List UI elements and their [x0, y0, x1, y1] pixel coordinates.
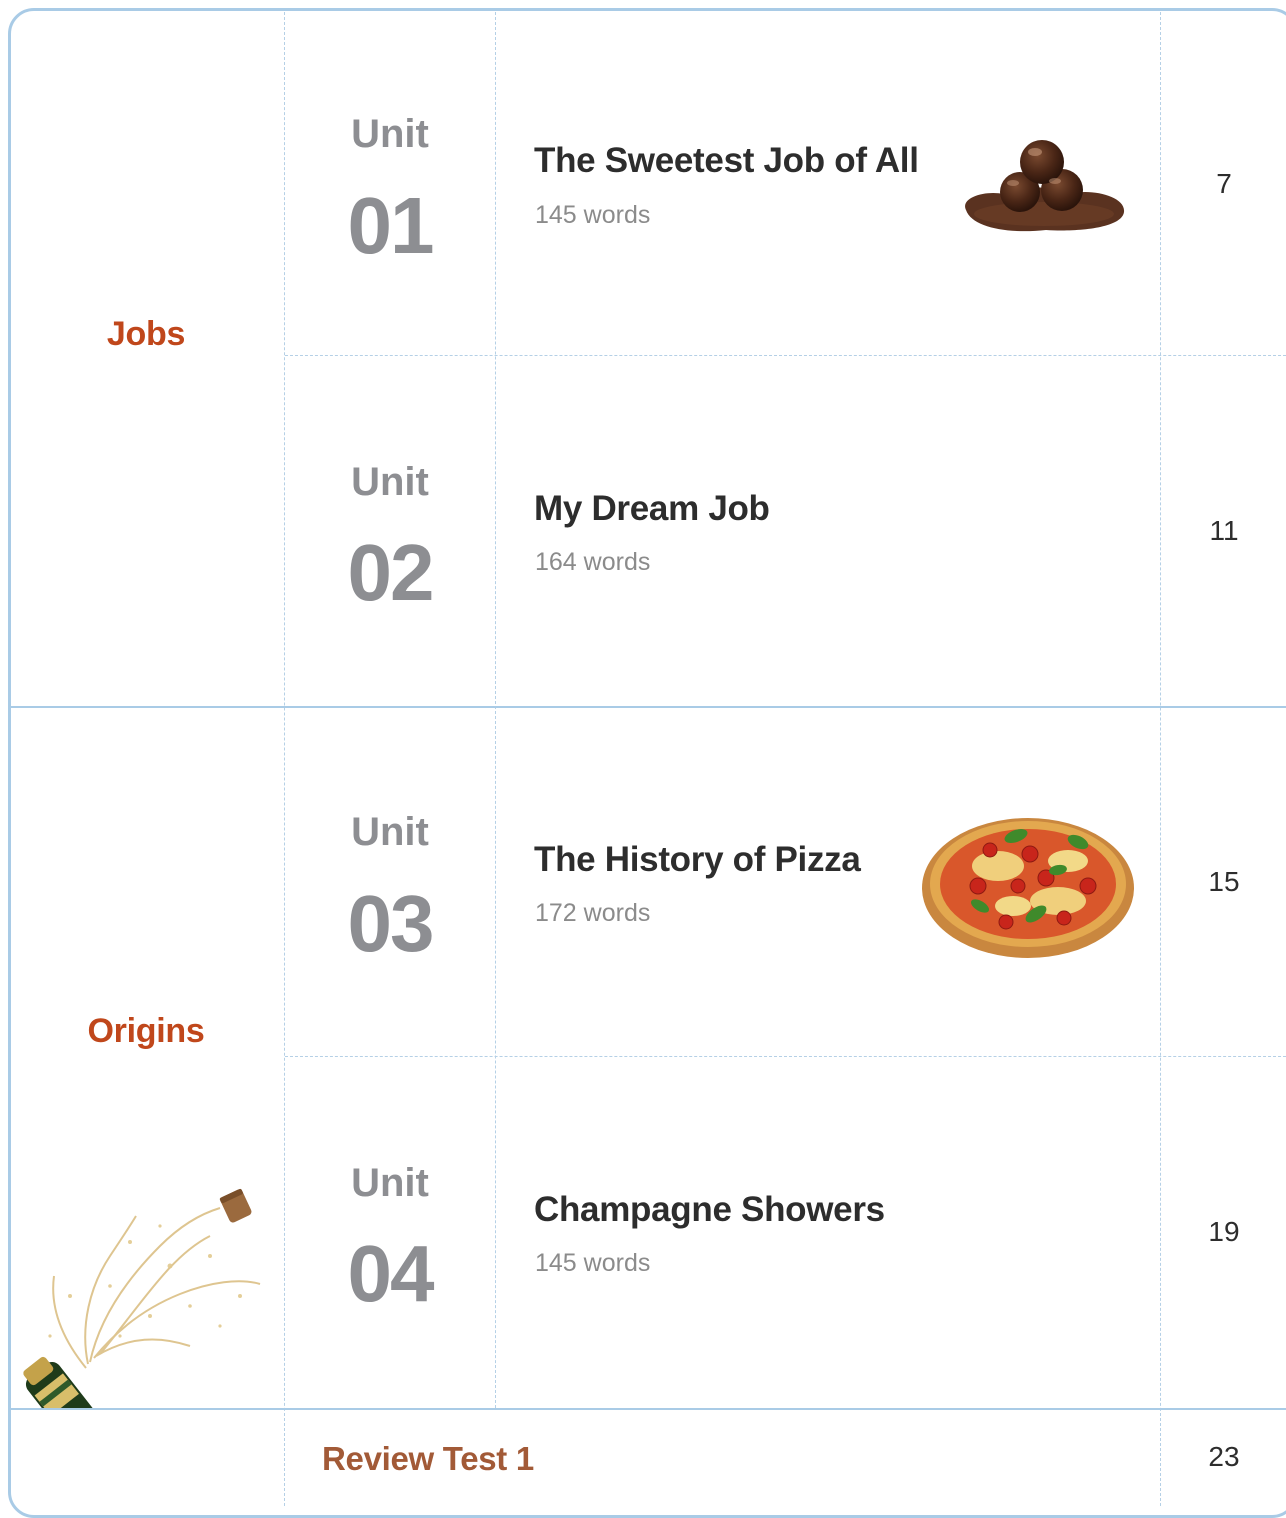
page-number[interactable]: 11 [1162, 515, 1286, 547]
unit-label: Unit [351, 460, 429, 504]
unit-number: 04 [347, 1229, 435, 1318]
unit-number: 01 [347, 181, 435, 270]
table-of-contents: Jobs Origins Unit 01 The Sweetest Job of… [0, 0, 1286, 1518]
champagne-bottle-image [23, 1188, 261, 1408]
word-count: 172 words [535, 899, 651, 927]
section-label-origins: Origins [87, 1012, 205, 1050]
section-divider [11, 706, 1286, 708]
word-count: 164 words [535, 548, 651, 576]
page-number[interactable]: 15 [1162, 866, 1286, 898]
page-number[interactable]: 7 [1162, 168, 1286, 200]
unit-label: Unit [351, 112, 429, 156]
word-count: 145 words [535, 201, 651, 229]
section-divider [11, 1408, 1286, 1410]
column-divider [495, 12, 496, 1408]
unit-label: Unit [351, 810, 429, 854]
word-count: 145 words [535, 1249, 651, 1277]
row-divider [285, 355, 1286, 356]
pizza-image [922, 818, 1134, 958]
page-number[interactable]: 19 [1162, 1216, 1286, 1248]
unit-label: Unit [351, 1161, 429, 1205]
lesson-title[interactable]: The Sweetest Job of All [534, 141, 919, 181]
lesson-title[interactable]: Champagne Showers [534, 1190, 885, 1230]
row-divider [285, 1056, 1286, 1057]
lesson-title[interactable]: My Dream Job [534, 489, 770, 529]
section-label-jobs: Jobs [106, 315, 186, 353]
unit-number: 03 [347, 879, 435, 968]
column-divider [1160, 12, 1161, 1506]
unit-number: 02 [347, 528, 435, 617]
lesson-title[interactable]: The History of Pizza [534, 840, 861, 880]
page-number[interactable]: 23 [1162, 1441, 1286, 1473]
review-test-label[interactable]: Review Test 1 [322, 1440, 534, 1478]
chocolate-truffles-image [965, 140, 1125, 232]
